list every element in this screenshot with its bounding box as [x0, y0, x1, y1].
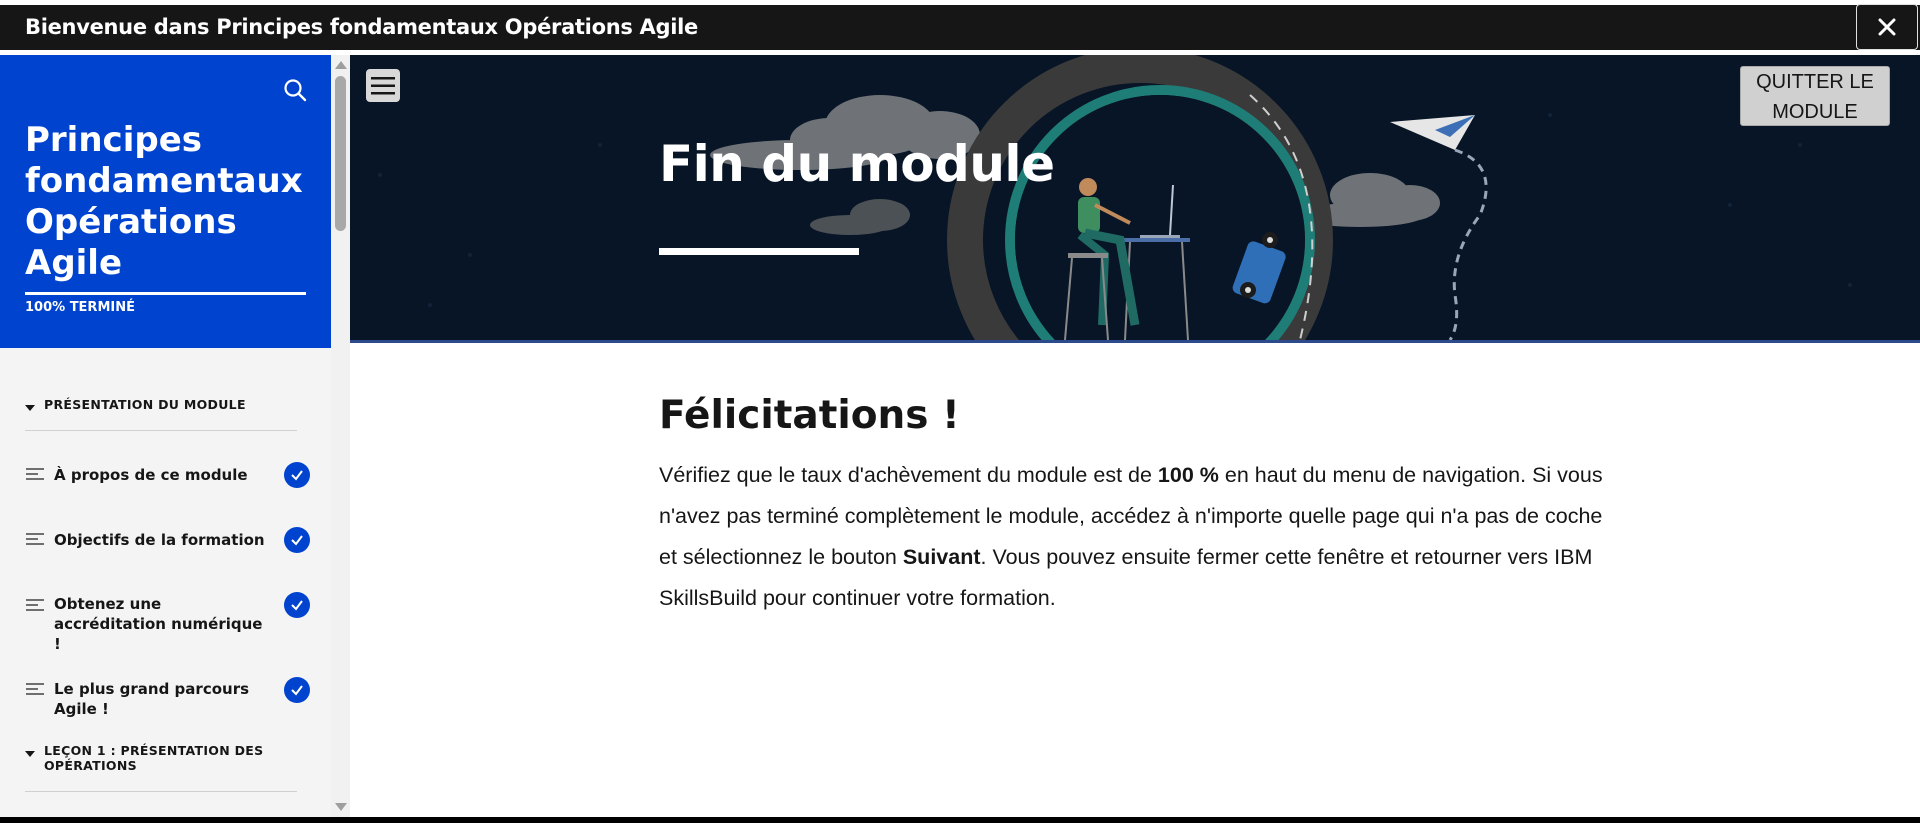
checkmark-complete-icon	[284, 462, 310, 488]
checkmark-complete-icon	[284, 592, 310, 618]
close-button[interactable]	[1856, 4, 1918, 50]
module-title: Fin du module	[659, 135, 1055, 193]
caret-down-icon	[25, 405, 35, 411]
banner-divider	[350, 340, 1920, 343]
nav-item-label: À propos de ce module	[54, 466, 248, 484]
nav-item-about-module[interactable]: À propos de ce module	[0, 458, 331, 498]
text-lines-icon	[26, 468, 44, 482]
title-bar-background: Bienvenue dans Principes fondamentaux Op…	[0, 4, 1920, 50]
search-icon[interactable]	[282, 77, 308, 103]
text-lines-icon	[26, 599, 44, 613]
window-title: Bienvenue dans Principes fondamentaux Op…	[25, 15, 698, 39]
completion-instructions: Vérifiez que le taux d'achèvement du mod…	[659, 455, 1604, 619]
main-content: Fin du module QUITTER LE MODULE Félicita…	[350, 55, 1920, 817]
nav-item-digital-credential[interactable]: Obtenez une accréditation numérique !	[0, 588, 331, 653]
nav-item-agile-journey[interactable]: Le plus grand parcours Agile !	[0, 672, 331, 718]
bottom-edge	[0, 817, 1920, 823]
text-lines-icon	[26, 683, 44, 697]
body-bold-percentage: 100 %	[1157, 463, 1219, 487]
course-title: Principes fondamentaux Opérations Agile	[25, 120, 303, 283]
course-sidebar: Principes fondamentaux Opérations Agile …	[0, 55, 331, 823]
title-underline	[659, 248, 859, 255]
checkmark-complete-icon	[284, 527, 310, 553]
menu-button[interactable]	[366, 69, 400, 102]
congratulations-heading: Félicitations !	[659, 393, 960, 438]
hamburger-menu-icon	[371, 76, 395, 94]
scroll-up-arrow-icon[interactable]	[335, 61, 347, 69]
sidebar-scrollbar[interactable]	[331, 55, 350, 817]
body-bold-next-button-name: Suivant	[902, 545, 981, 569]
module-banner: Fin du module QUITTER LE MODULE	[350, 55, 1920, 340]
quit-module-button[interactable]: QUITTER LE MODULE	[1740, 66, 1890, 126]
window-title-bar: Bienvenue dans Principes fondamentaux Op…	[0, 0, 1920, 55]
quit-button-label-line2: MODULE	[1772, 101, 1858, 123]
nav-item-learning-objectives[interactable]: Objectifs de la formation	[0, 523, 331, 563]
nav-item-label: Le plus grand parcours Agile !	[54, 680, 250, 718]
caret-down-icon	[25, 751, 35, 757]
progress-label: 100% TERMINÉ	[25, 300, 135, 315]
close-icon	[1878, 18, 1896, 36]
progress-bar-fill	[25, 292, 306, 295]
checkmark-complete-icon	[284, 677, 310, 703]
banner-illustration	[378, 55, 1852, 340]
scrollbar-thumb[interactable]	[335, 76, 346, 231]
section-header-lesson-1[interactable]: LEÇON 1 : PRÉSENTATION DES OPÉRATIONS	[25, 743, 297, 792]
section-header-module-overview[interactable]: PRÉSENTATION DU MODULE	[25, 397, 297, 431]
section-label: LEÇON 1 : PRÉSENTATION DES OPÉRATIONS	[44, 743, 264, 773]
scroll-down-arrow-icon[interactable]	[335, 803, 347, 811]
sidebar-header: Principes fondamentaux Opérations Agile …	[0, 55, 331, 348]
text-lines-icon	[26, 533, 44, 547]
nav-item-label: Obtenez une accréditation numérique !	[54, 595, 263, 653]
progress-bar	[25, 292, 306, 295]
quit-button-label-line1: QUITTER LE	[1756, 71, 1874, 93]
nav-item-label: Objectifs de la formation	[54, 531, 265, 549]
section-label: PRÉSENTATION DU MODULE	[44, 397, 246, 412]
body-text-part: Vérifiez que le taux d'achèvement du mod…	[659, 463, 1158, 487]
